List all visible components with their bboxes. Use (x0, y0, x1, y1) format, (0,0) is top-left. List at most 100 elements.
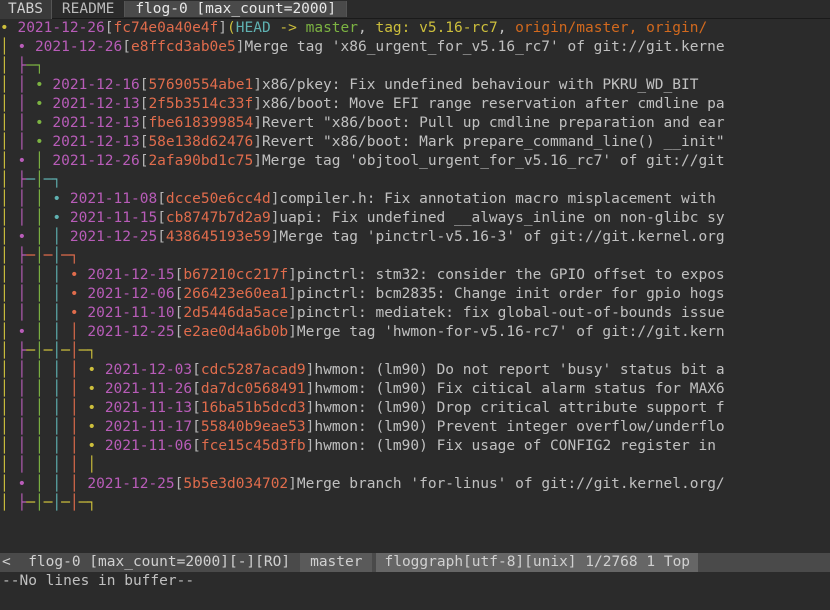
commit-row[interactable]: │ │ │ │ │ • 2021-11-17 [55840b9eae53] hw… (0, 418, 830, 437)
commit-hash[interactable]: [e2ae0d4a6b0b] (175, 323, 297, 342)
commit-message: pinctrl: stm32: consider the GPIO offset… (297, 266, 725, 285)
commit-hash[interactable]: [b67210cc217f] (175, 266, 297, 285)
commit-hash[interactable]: [58e138d62476] (140, 133, 262, 152)
commit-row[interactable]: • 2021-12-26 [fc74e0a40e4f] (HEAD -> mas… (0, 19, 830, 38)
graph-segment: │ • │ │ │ (0, 323, 79, 342)
commit-row[interactable]: │ │ • 2021-12-13 [58e138d62476] Revert "… (0, 133, 830, 152)
commit-message: x86/boot: Move EFI range reservation aft… (262, 95, 725, 114)
commit-date: 2021-12-25 (70, 228, 157, 247)
commit-row[interactable]: │ ├─│─│─│─┐ (0, 494, 830, 513)
graph-segment: │ │ • (0, 114, 44, 133)
graph-segment: │ │ │ │ │ • (0, 418, 96, 437)
commit-message: Merge tag 'objtool_urgent_for_v5.16_rc7'… (262, 152, 725, 171)
commit-message: Merge tag 'hwmon-for-v5.16-rc7' of git:/… (297, 323, 725, 342)
graph-segment: │ │ │ • (0, 190, 61, 209)
graph-segment: │ │ │ │ │ │ (0, 456, 96, 475)
command-line[interactable]: --No lines in buffer-- (0, 572, 830, 591)
commit-message: hwmon: (lm90) Fix usage of CONFIG2 regis… (314, 437, 724, 456)
commit-row[interactable]: │ │ │ │ │ • 2021-12-03 [cdc5287acad9] hw… (0, 361, 830, 380)
graph-segment: │ │ │ │ • (0, 304, 79, 323)
graph-segment: │ │ │ │ │ • (0, 380, 96, 399)
commit-hash[interactable]: [cb8747b7d2a9] (157, 209, 279, 228)
commit-date: 2021-11-26 (105, 380, 192, 399)
commit-date: 2021-12-26 (17, 19, 104, 38)
commit-row[interactable]: │ ├─│─│─│─┐ (0, 342, 830, 361)
commit-row[interactable]: │ ├─│─│─┐ (0, 247, 830, 266)
graph-segment: │ ├─│─│─│─┐ (0, 494, 96, 513)
commit-row[interactable]: │ │ │ │ • 2021-12-15 [b67210cc217f] pinc… (0, 266, 830, 285)
commit-hash[interactable]: [fc74e0a40e4f] (105, 19, 227, 38)
tab-1[interactable]: flog-0 [max_count=2000] (125, 1, 347, 17)
commit-row[interactable]: │ │ │ │ • 2021-11-10 [2d5446da5ace] pinc… (0, 304, 830, 323)
commit-hash[interactable]: [2f5b3514c33f] (140, 95, 262, 114)
commit-row[interactable]: │ • │ 2021-12-26 [2afa90bd1c75] Merge ta… (0, 152, 830, 171)
graph-segment: │ ├─│─│─┐ (0, 247, 79, 266)
status-branch: master (300, 553, 372, 572)
commit-hash[interactable]: [55840b9eae53] (192, 418, 314, 437)
commit-date: 2021-12-13 (52, 95, 139, 114)
commit-date: 2021-11-08 (70, 190, 157, 209)
graph-segment: │ │ │ │ │ • (0, 437, 96, 456)
commit-row[interactable]: │ │ • 2021-12-16 [57690554abe1] x86/pkey… (0, 76, 830, 95)
commit-row[interactable]: │ │ │ │ │ • 2021-11-26 [da7dc0568491] hw… (0, 380, 830, 399)
commit-row[interactable]: │ ├─┐ (0, 57, 830, 76)
commit-row[interactable]: │ • 2021-12-26 [e8ffcd3ab0e5] Merge tag … (0, 38, 830, 57)
commit-hash[interactable]: [266423e60ea1] (175, 285, 297, 304)
commit-row[interactable]: │ ├─│─┐ (0, 171, 830, 190)
commit-row[interactable]: │ │ │ • 2021-11-08 [dcce50e6cc4d] compil… (0, 190, 830, 209)
commit-hash[interactable]: [57690554abe1] (140, 76, 262, 95)
graph-segment: │ │ │ │ │ • (0, 361, 96, 380)
commit-message: x86/pkey: Fix undefined behaviour with P… (262, 76, 699, 95)
commit-row[interactable]: │ │ │ • 2021-11-15 [cb8747b7d2a9] uapi: … (0, 209, 830, 228)
commit-hash[interactable]: [e8ffcd3ab0e5] (122, 38, 244, 57)
commit-message: Revert "x86/boot: Pull up cmdline prepar… (262, 114, 725, 133)
commit-row[interactable]: │ • │ │ │ 2021-12-25 [e2ae0d4a6b0b] Merg… (0, 323, 830, 342)
commit-refs: (HEAD -> master, tag: v5.16-rc7, origin/… (227, 19, 707, 38)
commit-message: pinctrl: mediatek: fix global-out-of-bou… (297, 304, 725, 323)
commit-date: 2021-12-15 (87, 266, 174, 285)
commit-row[interactable]: │ │ • 2021-12-13 [fbe618399854] Revert "… (0, 114, 830, 133)
status-left: < flog-0 [max_count=2000][-][RO] (0, 553, 290, 572)
commit-message: Merge tag 'x86_urgent_for_v5.16_rc7' of … (244, 38, 724, 57)
commit-date: 2021-11-17 (105, 418, 192, 437)
graph-segment: │ │ • (0, 95, 44, 114)
commit-hash[interactable]: [5b5e3d034702] (175, 475, 297, 494)
tabs-label: TABS (0, 0, 52, 19)
commit-date: 2021-11-06 (105, 437, 192, 456)
commit-hash[interactable]: [cdc5287acad9] (192, 361, 314, 380)
commit-date: 2021-12-26 (35, 38, 122, 57)
commit-log[interactable]: • 2021-12-26 [fc74e0a40e4f] (HEAD -> mas… (0, 19, 830, 513)
tab-0[interactable]: README (52, 1, 125, 17)
commit-hash[interactable]: [2d5446da5ace] (175, 304, 297, 323)
graph-segment: │ • │ │ (0, 228, 61, 247)
commit-hash[interactable]: [da7dc0568491] (192, 380, 314, 399)
commit-row[interactable]: │ │ │ │ │ • 2021-11-06 [fce15c45d3fb] hw… (0, 437, 830, 456)
graph-segment: │ • │ │ │ (0, 475, 79, 494)
commit-row[interactable]: │ • │ │ 2021-12-25 [438645193e59] Merge … (0, 228, 830, 247)
commit-hash[interactable]: [2afa90bd1c75] (140, 152, 262, 171)
graph-segment: │ │ │ │ │ • (0, 399, 96, 418)
commit-row[interactable]: │ │ │ │ • 2021-12-06 [266423e60ea1] pinc… (0, 285, 830, 304)
commit-date: 2021-11-13 (105, 399, 192, 418)
commit-date: 2021-12-03 (105, 361, 192, 380)
commit-date: 2021-12-06 (87, 285, 174, 304)
commit-hash[interactable]: [fbe618399854] (140, 114, 262, 133)
commit-message: compiler.h: Fix annotation macro misplac… (279, 190, 724, 209)
commit-row[interactable]: │ │ • 2021-12-13 [2f5b3514c33f] x86/boot… (0, 95, 830, 114)
commit-hash[interactable]: [16ba51b5dcd3] (192, 399, 314, 418)
commit-row[interactable]: │ • │ │ │ 2021-12-25 [5b5e3d034702] Merg… (0, 475, 830, 494)
commit-hash[interactable]: [438645193e59] (157, 228, 279, 247)
commit-date: 2021-12-13 (52, 133, 139, 152)
commit-message: Merge branch 'for-linus' of git://git.ke… (297, 475, 725, 494)
commit-hash[interactable]: [fce15c45d3fb] (192, 437, 314, 456)
graph-segment: • (0, 19, 9, 38)
commit-message: hwmon: (lm90) Drop critical attribute su… (314, 399, 724, 418)
commit-message: hwmon: (lm90) Prevent integer overflow/u… (314, 418, 724, 437)
graph-segment: │ ├─┐ (0, 57, 44, 76)
commit-row[interactable]: │ │ │ │ │ │ (0, 456, 830, 475)
graph-segment: │ │ • (0, 76, 44, 95)
commit-row[interactable]: │ │ │ │ │ • 2021-11-13 [16ba51b5dcd3] hw… (0, 399, 830, 418)
commit-date: 2021-11-15 (70, 209, 157, 228)
commit-hash[interactable]: [dcce50e6cc4d] (157, 190, 279, 209)
graph-segment: │ ├─│─│─│─┐ (0, 342, 96, 361)
